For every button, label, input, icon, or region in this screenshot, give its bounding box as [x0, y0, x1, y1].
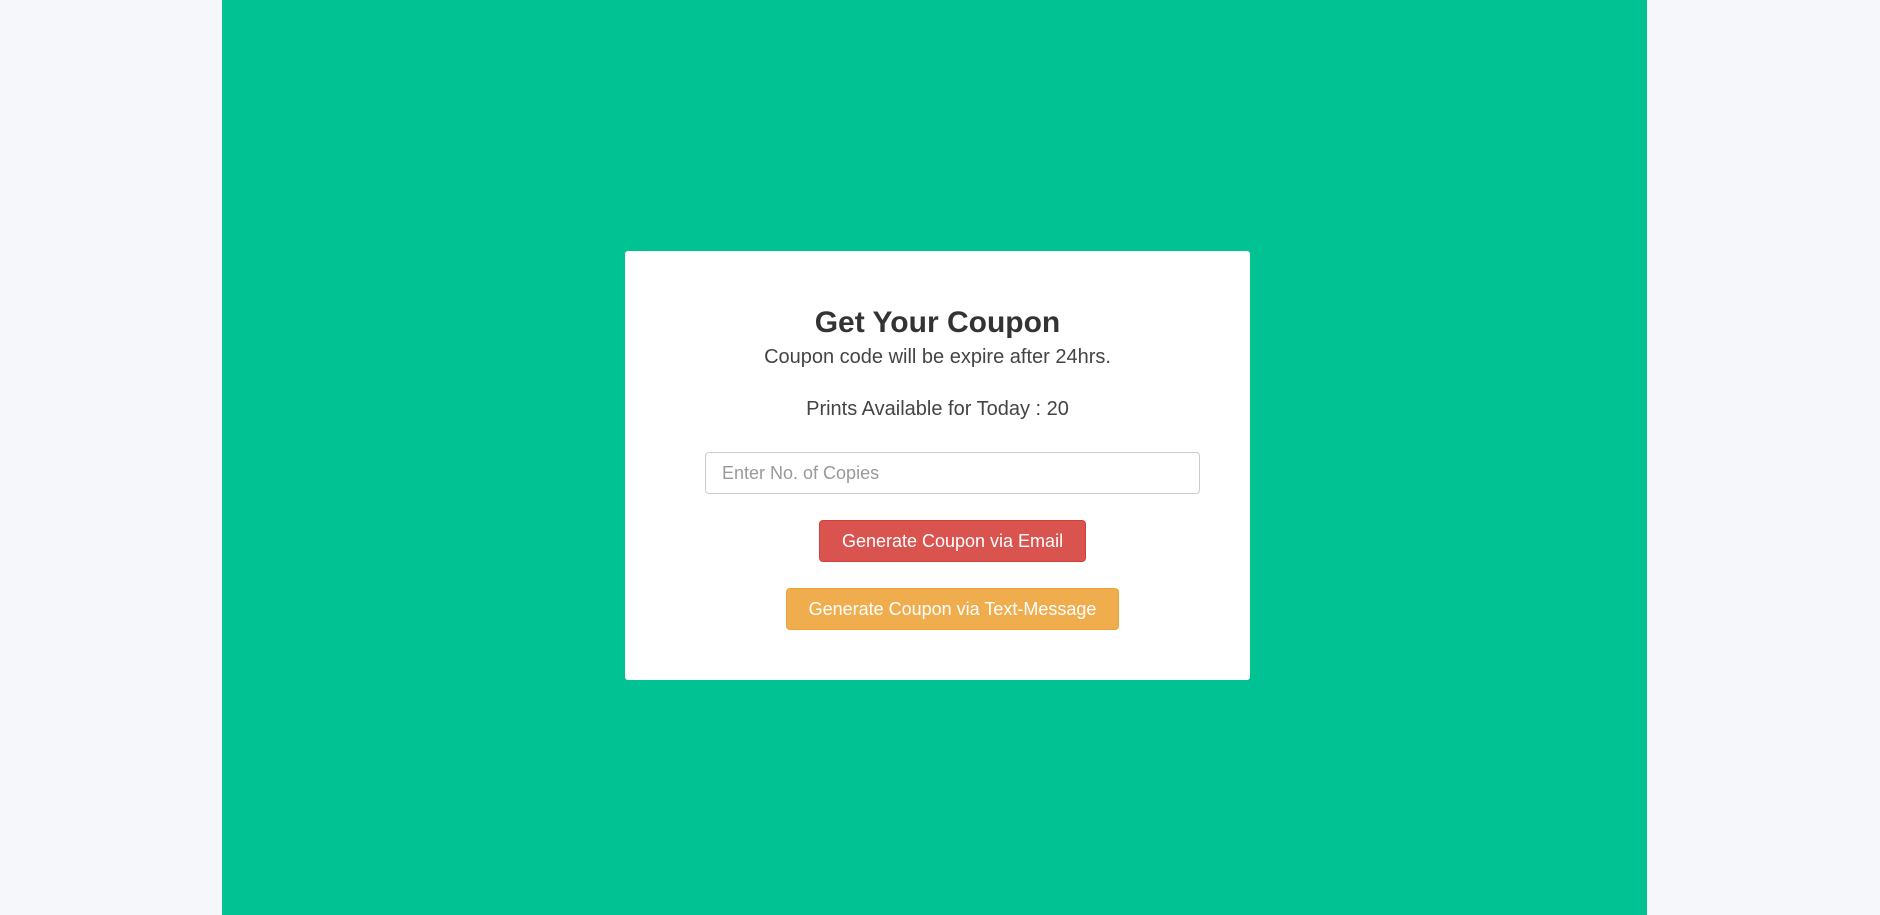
prints-available-text: Prints Available for Today : 20: [806, 398, 1069, 420]
expiry-notice: Coupon code will be expire after 24hrs.: [764, 346, 1111, 368]
copies-input[interactable]: [705, 452, 1200, 494]
coupon-card: Get Your Coupon Coupon code will be expi…: [625, 251, 1250, 680]
main-panel: Get Your Coupon Coupon code will be expi…: [222, 0, 1647, 915]
page-title: Get Your Coupon: [814, 306, 1061, 339]
generate-email-button[interactable]: Generate Coupon via Email: [819, 520, 1086, 562]
generate-sms-button[interactable]: Generate Coupon via Text-Message: [786, 588, 1119, 630]
